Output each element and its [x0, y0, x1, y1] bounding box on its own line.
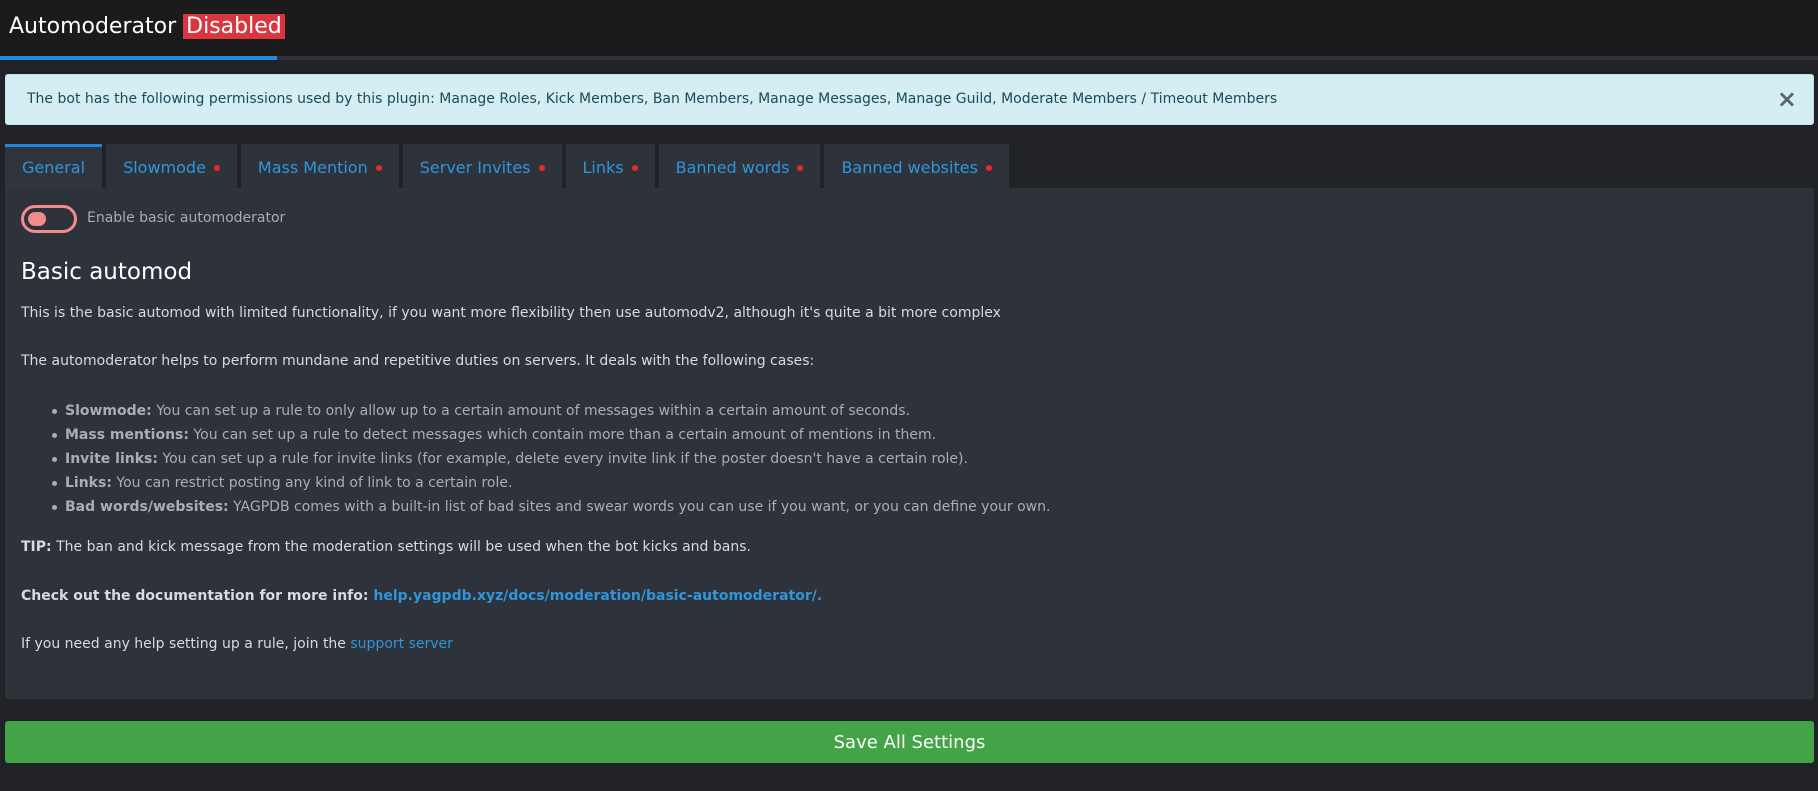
- tab-label: General: [22, 158, 86, 177]
- case-desc: You can set up a rule to only allow up t…: [151, 403, 911, 419]
- enable-automod-toggle[interactable]: [21, 205, 77, 233]
- support-server-link[interactable]: support server: [350, 636, 453, 652]
- status-dot-icon: [213, 164, 220, 171]
- tab-banned-words[interactable]: Banned words: [658, 144, 821, 188]
- tip-text: TIP: The ban and kick message from the m…: [21, 539, 751, 555]
- tip-body: The ban and kick message from the modera…: [51, 539, 751, 555]
- status-dot-icon: [375, 164, 382, 171]
- page-header: Automoderator Disabled: [0, 0, 1818, 60]
- tip-label: TIP:: [21, 539, 52, 555]
- tab-server-invites[interactable]: Server Invites: [402, 144, 562, 188]
- case-term: Slowmode:: [65, 403, 152, 419]
- tab-label: Slowmode: [123, 158, 206, 177]
- permissions-alert: The bot has the following permissions us…: [5, 74, 1814, 125]
- docs-link[interactable]: help.yagpdb.xyz/docs/moderation/basic-au…: [373, 588, 822, 604]
- case-term: Bad words/websites:: [65, 499, 229, 515]
- toggle-knob: [28, 212, 46, 226]
- list-item: Mass mentions: You can set up a rule to …: [51, 423, 1050, 447]
- page-title: Automoderator Disabled: [9, 14, 285, 39]
- tab-links[interactable]: Links: [565, 144, 655, 188]
- tab-label: Mass Mention: [257, 158, 368, 177]
- status-dot-icon: [631, 164, 638, 171]
- case-term: Mass mentions:: [65, 427, 189, 443]
- docs-text: Check out the documentation for more inf…: [21, 588, 822, 604]
- list-item: Invite links: You can set up a rule for …: [51, 447, 1050, 471]
- help-body: If you need any help setting up a rule, …: [21, 636, 351, 652]
- help-text: If you need any help setting up a rule, …: [21, 636, 453, 652]
- intro-text: This is the basic automod with limited f…: [21, 305, 1001, 321]
- case-desc: YAGPDB comes with a built-in list of bad…: [228, 499, 1051, 515]
- tab-general[interactable]: General: [5, 144, 103, 188]
- status-dot-icon: [538, 164, 545, 171]
- tab-slowmode[interactable]: Slowmode: [106, 144, 237, 188]
- tab-bar: General Slowmode Mass Mention Server Inv…: [5, 144, 1013, 188]
- tab-mass-mention[interactable]: Mass Mention: [240, 144, 399, 188]
- tab-label: Links: [582, 158, 624, 177]
- tab-label: Banned words: [675, 158, 790, 177]
- status-dot-icon: [985, 164, 992, 171]
- case-desc: You can set up a rule to detect messages…: [188, 427, 937, 443]
- tab-label: Banned websites: [841, 158, 978, 177]
- status-dot-icon: [797, 164, 804, 171]
- list-item: Links: You can restrict posting any kind…: [51, 471, 1050, 495]
- status-badge: Disabled: [183, 14, 285, 39]
- page-title-text: Automoderator: [9, 14, 177, 39]
- case-term: Links:: [65, 475, 112, 491]
- section-title: Basic automod: [21, 259, 193, 285]
- cases-intro-text: The automoderator helps to perform munda…: [21, 353, 815, 369]
- docs-label: Check out the documentation for more inf…: [21, 588, 374, 604]
- general-panel: Enable basic automoderator Basic automod…: [5, 188, 1814, 699]
- alert-text: The bot has the following permissions us…: [27, 91, 1278, 107]
- case-term: Invite links:: [65, 451, 158, 467]
- close-icon[interactable]: ×: [1777, 85, 1797, 113]
- case-desc: You can set up a rule for invite links (…: [157, 451, 968, 467]
- case-desc: You can restrict posting any kind of lin…: [111, 475, 513, 491]
- tab-label: Server Invites: [419, 158, 531, 177]
- cases-list: Slowmode: You can set up a rule to only …: [51, 399, 1051, 519]
- header-underline: [0, 56, 277, 60]
- tab-banned-websites[interactable]: Banned websites: [824, 144, 1009, 188]
- list-item: Slowmode: You can set up a rule to only …: [51, 399, 1050, 423]
- save-all-settings-button[interactable]: Save All Settings: [5, 721, 1814, 763]
- toggle-label: Enable basic automoderator: [87, 210, 286, 226]
- list-item: Bad words/websites: YAGPDB comes with a …: [51, 495, 1051, 519]
